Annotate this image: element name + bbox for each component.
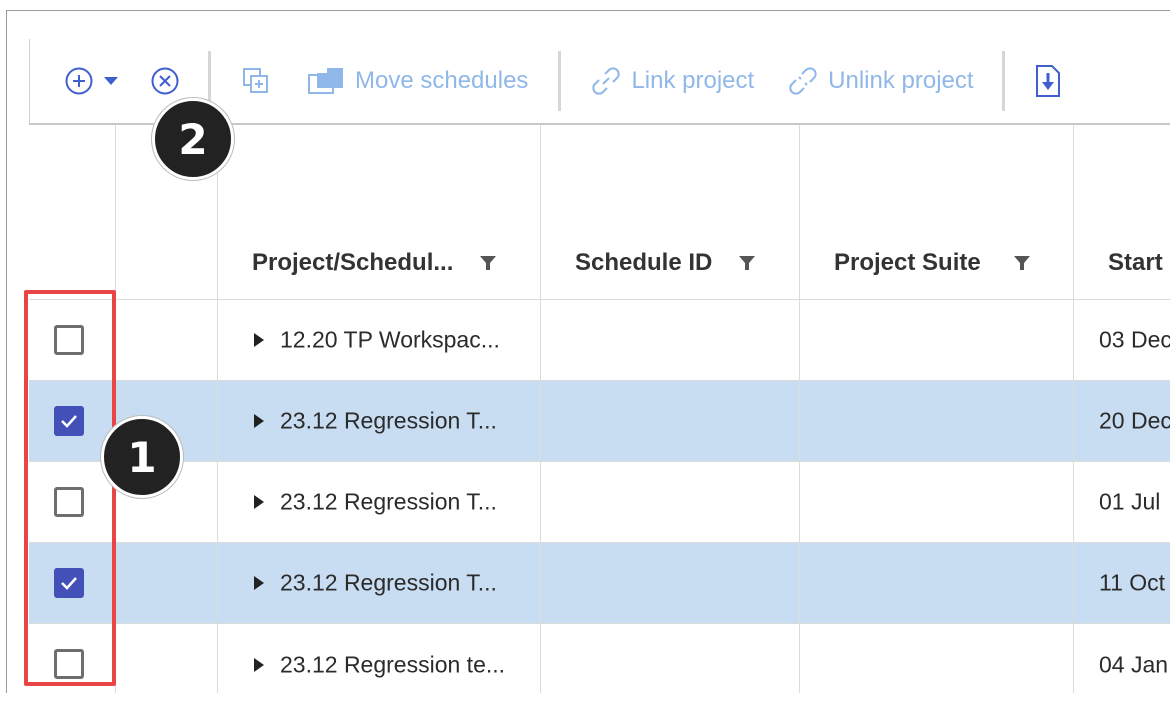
table-row[interactable]: 23.12 Regression T... 20 Dec xyxy=(29,381,1170,462)
select-column-header xyxy=(29,125,116,299)
filter-icon[interactable] xyxy=(480,255,496,271)
chevron-down-icon[interactable] xyxy=(104,76,118,86)
link-icon xyxy=(592,67,621,95)
copy-schedule-icon xyxy=(243,68,268,93)
schedule-id-cell xyxy=(541,381,800,461)
column-header-label: Start xyxy=(1108,249,1163,276)
project-name: 23.12 Regression te... xyxy=(280,651,506,677)
checkbox-highlight-box xyxy=(24,290,116,686)
project-suite-cell xyxy=(800,300,1074,380)
schedule-id-cell xyxy=(541,624,800,693)
project-suite-cell xyxy=(800,543,1074,623)
column-header-start[interactable]: Start xyxy=(1074,125,1170,299)
project-name: 12.20 TP Workspac... xyxy=(280,326,500,353)
unlink-project-button[interactable]: Unlink project xyxy=(788,61,974,101)
link-project-label: Link project xyxy=(631,67,755,94)
start-date: 03 Dec xyxy=(1099,326,1170,353)
move-schedules-icon xyxy=(308,68,343,94)
column-header-project[interactable]: Project/Schedul... xyxy=(218,125,541,299)
toolbar-divider xyxy=(1001,51,1005,111)
start-date: 04 Jan xyxy=(1099,651,1169,677)
start-date: 20 Dec xyxy=(1099,407,1170,434)
copy-schedule-button[interactable] xyxy=(241,61,271,101)
export-icon xyxy=(1035,65,1060,97)
column-header-label: Schedule ID xyxy=(575,249,713,276)
callout-badge-1: 1 xyxy=(101,416,183,498)
start-date: 11 Oct xyxy=(1099,569,1166,596)
project-suite-cell xyxy=(800,624,1074,693)
plus-circle-icon xyxy=(65,67,93,95)
remove-button[interactable] xyxy=(150,61,180,101)
schedule-id-cell xyxy=(541,300,800,380)
column-header-label: Project/Schedul... xyxy=(252,249,454,276)
x-circle-icon xyxy=(151,67,179,95)
callout-badge-2: 2 xyxy=(152,98,234,180)
filter-icon[interactable] xyxy=(1014,255,1030,271)
project-suite-cell xyxy=(800,381,1074,461)
filter-icon[interactable] xyxy=(739,255,755,271)
table-row[interactable]: 12.20 TP Workspac... 03 Dec xyxy=(29,300,1170,381)
table-row[interactable]: 23.12 Regression T... 11 Oct xyxy=(29,543,1170,624)
project-suite-cell xyxy=(800,462,1074,542)
expand-icon[interactable] xyxy=(254,576,264,590)
export-button[interactable] xyxy=(1035,61,1061,101)
expand-icon[interactable] xyxy=(254,414,264,428)
table-row[interactable]: 23.12 Regression T... 01 Jul xyxy=(29,462,1170,543)
expand-icon[interactable] xyxy=(254,333,264,347)
column-header-schedule-id[interactable]: Schedule ID xyxy=(541,125,800,299)
toolbar-divider xyxy=(558,51,562,111)
column-header-project-suite[interactable]: Project Suite xyxy=(800,125,1074,299)
add-button[interactable] xyxy=(64,61,118,101)
move-schedules-button[interactable]: Move schedules xyxy=(307,61,528,101)
expand-icon[interactable] xyxy=(254,495,264,509)
project-name: 23.12 Regression T... xyxy=(280,569,497,596)
project-name: 23.12 Regression T... xyxy=(280,407,497,434)
expand-icon[interactable] xyxy=(254,657,264,672)
project-name: 23.12 Regression T... xyxy=(280,488,497,515)
table-row[interactable]: 23.12 Regression te... 04 Jan xyxy=(29,624,1170,693)
schedules-table: Project/Schedul... Schedule ID Project S… xyxy=(29,123,1170,693)
move-schedules-label: Move schedules xyxy=(355,67,529,94)
link-project-button[interactable]: Link project xyxy=(591,61,754,101)
unlink-project-label: Unlink project xyxy=(828,67,974,94)
unlink-icon xyxy=(789,67,817,95)
schedule-id-cell xyxy=(541,462,800,542)
schedule-id-cell xyxy=(541,543,800,623)
start-date: 01 Jul xyxy=(1099,488,1161,515)
column-header-label: Project Suite xyxy=(834,249,981,276)
